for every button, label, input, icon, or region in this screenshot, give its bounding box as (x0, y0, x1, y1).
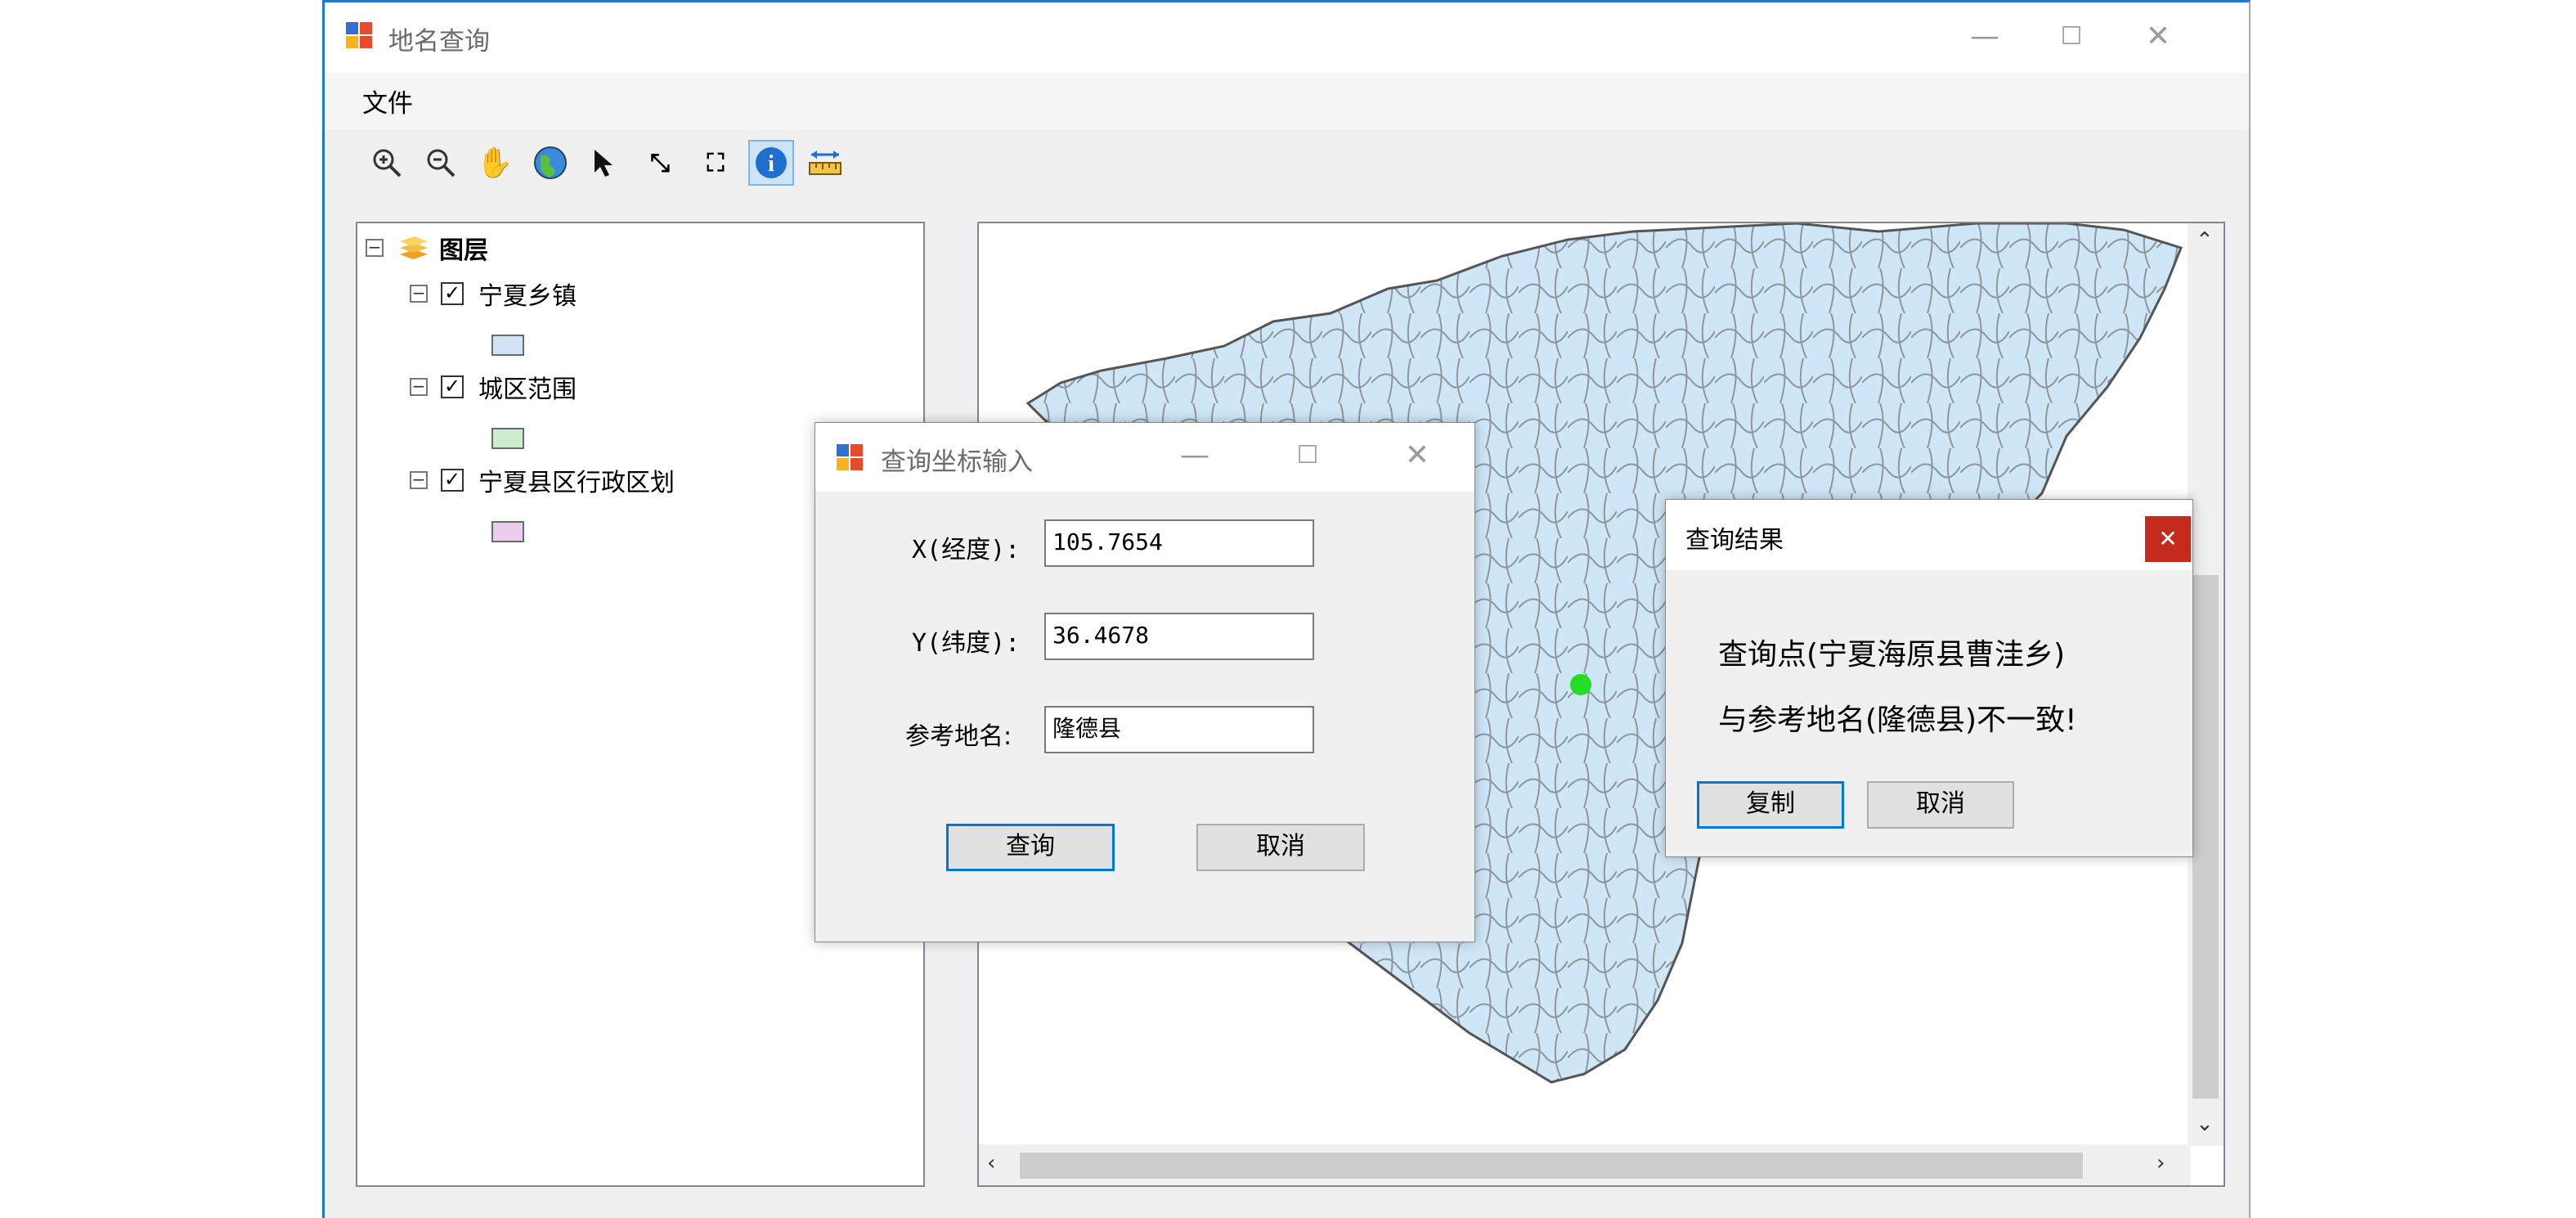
result-dialog: 查询结果 ✕ 查询点(宁夏海原县曹洼乡) 与参考地名(隆德县)不一致! 复制 取… (1665, 499, 2193, 857)
layer-swatch (491, 335, 524, 356)
horizontal-scrollbar[interactable]: ‹ › (979, 1144, 2191, 1185)
maximize-button[interactable]: ☐ (2047, 20, 2096, 53)
x-longitude-label: X(经度): (912, 536, 1021, 564)
collapse-toggle[interactable]: − (366, 239, 384, 257)
minimize-button[interactable]: — (1170, 439, 1219, 472)
toc-layer-row[interactable]: − ✓ 宁夏乡镇 (410, 276, 577, 312)
layer-checkbox[interactable]: ✓ (441, 375, 464, 398)
layers-stack-icon (400, 236, 428, 259)
copy-button[interactable]: 复制 (1697, 781, 1844, 829)
identify-info-icon[interactable]: i (748, 140, 794, 186)
scroll-down-arrow-icon[interactable]: ⌄ (2196, 1112, 2214, 1136)
query-button[interactable]: 查询 (946, 824, 1115, 871)
layer-name: 宁夏乡镇 (478, 282, 577, 311)
globe-full-extent-icon[interactable] (527, 140, 573, 186)
scroll-right-arrow-icon[interactable]: › (2156, 1151, 2165, 1175)
layer-swatch (491, 428, 524, 449)
result-message-line2: 与参考地名(隆德县)不一致! (1718, 703, 2077, 737)
layer-swatch (491, 521, 524, 542)
toc-root-label: 图层 (439, 236, 488, 265)
pan-hand-icon[interactable]: ✋ (472, 140, 518, 186)
coord-input-dialog: 查询坐标输入 — ☐ ✕ X(经度): 105.7654 Y(纬度): 36.4… (815, 422, 1475, 942)
toc-layer-row[interactable]: − ✓ 城区范围 (410, 369, 577, 405)
reference-place-input[interactable]: 隆德县 (1044, 706, 1314, 753)
app-icon (346, 22, 374, 50)
result-dialog-title: 查询结果 (1685, 526, 1784, 555)
vertical-scroll-thumb[interactable] (2192, 575, 2219, 1099)
coord-dialog-title: 查询坐标输入 (881, 447, 1033, 477)
toc-root[interactable]: − 图层 (366, 230, 488, 266)
fixed-zoom-out-icon[interactable]: ⛶ (693, 140, 738, 186)
fixed-zoom-in-icon[interactable]: ⤡ (637, 140, 683, 186)
main-titlebar[interactable]: 地名查询 — ☐ ✕ (325, 2, 2249, 73)
query-point-marker (1570, 674, 1591, 695)
layer-name: 城区范围 (478, 375, 577, 404)
collapse-toggle[interactable]: − (410, 285, 428, 303)
app-icon (837, 444, 864, 472)
scroll-up-arrow-icon[interactable]: ⌃ (2196, 228, 2214, 253)
close-button[interactable]: ✕ (1393, 439, 1442, 472)
layer-checkbox[interactable]: ✓ (441, 282, 464, 305)
reference-place-label: 参考地名: (905, 722, 1012, 751)
toc-layer-row[interactable]: − ✓ 宁夏县区行政区划 (410, 462, 675, 498)
scroll-left-arrow-icon[interactable]: ‹ (987, 1151, 995, 1175)
layer-checkbox[interactable]: ✓ (441, 469, 464, 492)
svg-text:i: i (768, 151, 774, 177)
result-dialog-titlebar[interactable]: 查询结果 ✕ (1666, 500, 2192, 570)
maximize-button[interactable]: ☐ (1283, 439, 1332, 472)
layer-name: 宁夏县区行政区划 (478, 469, 675, 497)
x-longitude-input[interactable]: 105.7654 (1044, 519, 1314, 567)
horizontal-scroll-thumb[interactable] (1020, 1153, 2083, 1179)
cancel-button[interactable]: 取消 (1196, 824, 1365, 871)
collapse-toggle[interactable]: − (410, 471, 428, 489)
menu-file[interactable]: 文件 (362, 83, 413, 119)
zoom-in-icon[interactable] (364, 140, 410, 186)
y-latitude-input[interactable]: 36.4678 (1044, 613, 1314, 660)
result-message-line1: 查询点(宁夏海原县曹洼乡) (1718, 638, 2066, 672)
minimize-button[interactable]: — (1960, 20, 2009, 53)
close-button[interactable]: ✕ (2145, 516, 2191, 562)
zoom-out-icon[interactable] (418, 140, 464, 186)
y-latitude-label: Y(纬度): (912, 629, 1021, 658)
measure-ruler-icon[interactable] (802, 140, 848, 186)
window-title: 地名查询 (388, 27, 490, 56)
select-arrow-icon[interactable] (581, 140, 627, 186)
menubar: 文件 (325, 73, 2249, 130)
close-button[interactable]: ✕ (2134, 20, 2183, 53)
toolbar: ✋ ⤡ ⛶ i (325, 133, 2249, 199)
collapse-toggle[interactable]: − (410, 378, 428, 396)
coord-dialog-titlebar[interactable]: 查询坐标输入 — ☐ ✕ (815, 423, 1474, 492)
cancel-button[interactable]: 取消 (1867, 781, 2014, 829)
